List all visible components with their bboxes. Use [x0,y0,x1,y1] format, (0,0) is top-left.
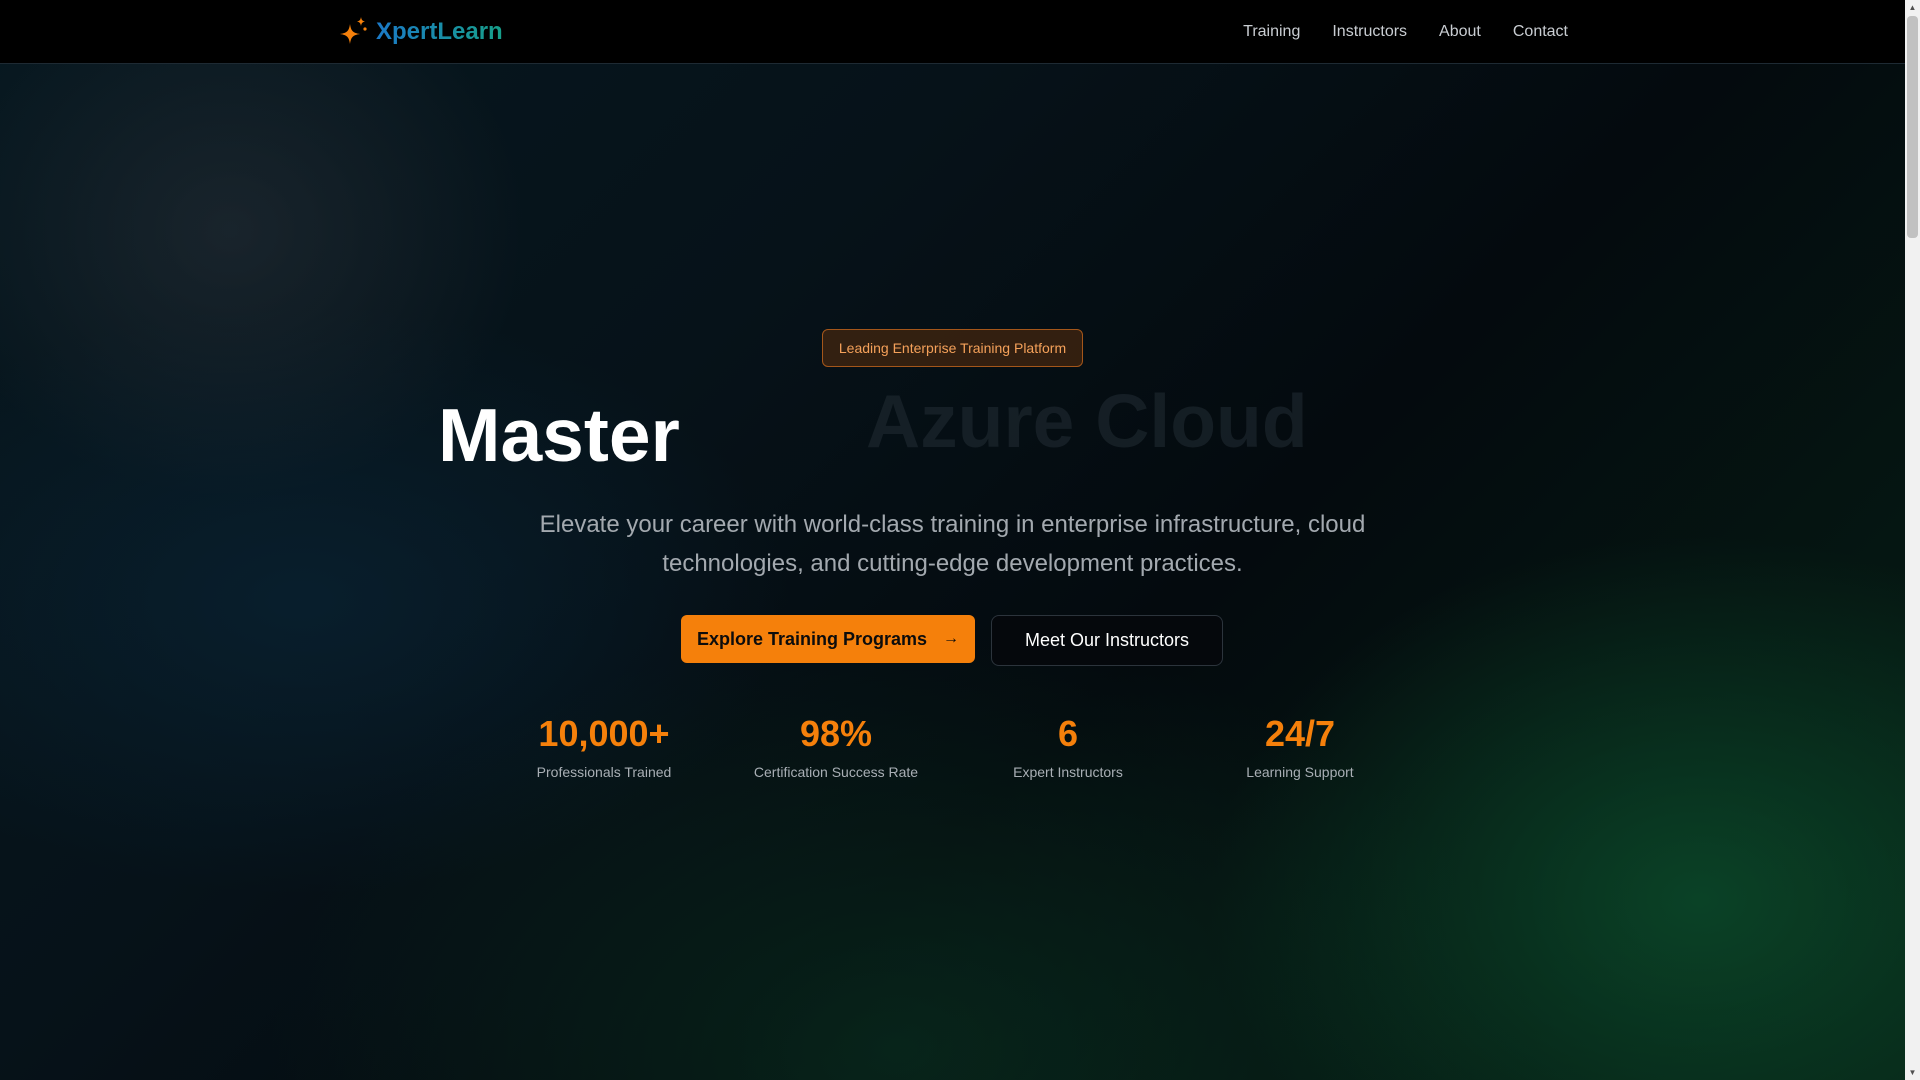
stat-value: 6 [1057,713,1079,754]
brand-name: XpertLearn [376,18,503,45]
sparkle-icon [340,17,367,44]
stat-label: Learning Support [1246,764,1354,780]
scroll-down-arrow-icon[interactable]: ▼ [1905,1065,1920,1080]
stat-item: 24/7 Learning Support [1200,711,1400,780]
scroll-up-arrow-icon[interactable]: ▲ [1905,0,1920,15]
scrollbar-thumb[interactable] [1907,16,1918,238]
stat-item: 98% Certification Success Rate [736,711,936,780]
stat-item: 6 Expert Instructors [968,711,1168,780]
stat-value: 24/7 [1264,713,1336,754]
nav-link-training[interactable]: Training [1243,23,1300,41]
meet-instructors-button[interactable]: Meet Our Instructors [991,615,1223,666]
stat-label: Expert Instructors [1013,764,1123,780]
hero-heading-rotating: Azure Cloud [866,379,1308,463]
nav-link-contact[interactable]: Contact [1513,23,1568,41]
stat-value: 98% [799,713,873,754]
nav-links: Training Instructors About Contact [1243,0,1568,64]
hero-subtitle: Elevate your career with world-class tra… [539,511,1366,577]
stat-value: 10,000+ [538,713,670,754]
stat-label: Certification Success Rate [753,764,919,780]
page-scrollbar[interactable]: ▲ ▼ [1905,0,1920,1080]
landing-page: XpertLearn Training Instructors About Co… [0,0,1905,1080]
stat-item: 10,000+ Professionals Trained [504,711,704,780]
explore-training-button[interactable]: Explore Training Programs → [681,615,975,663]
stat-label: Professionals Trained [536,764,672,780]
arrow-right-icon: → [943,630,960,647]
nav-link-about[interactable]: About [1439,23,1481,41]
nav-link-instructors[interactable]: Instructors [1332,23,1407,41]
hero-badge: Leading Enterprise Training Platform [822,329,1083,367]
hero-heading-static: Master [438,393,680,477]
explore-training-label: Explore Training Programs [696,628,928,649]
brand-logo-link[interactable]: XpertLearn [338,16,503,48]
top-navbar: XpertLearn Training Instructors About Co… [0,0,1905,64]
